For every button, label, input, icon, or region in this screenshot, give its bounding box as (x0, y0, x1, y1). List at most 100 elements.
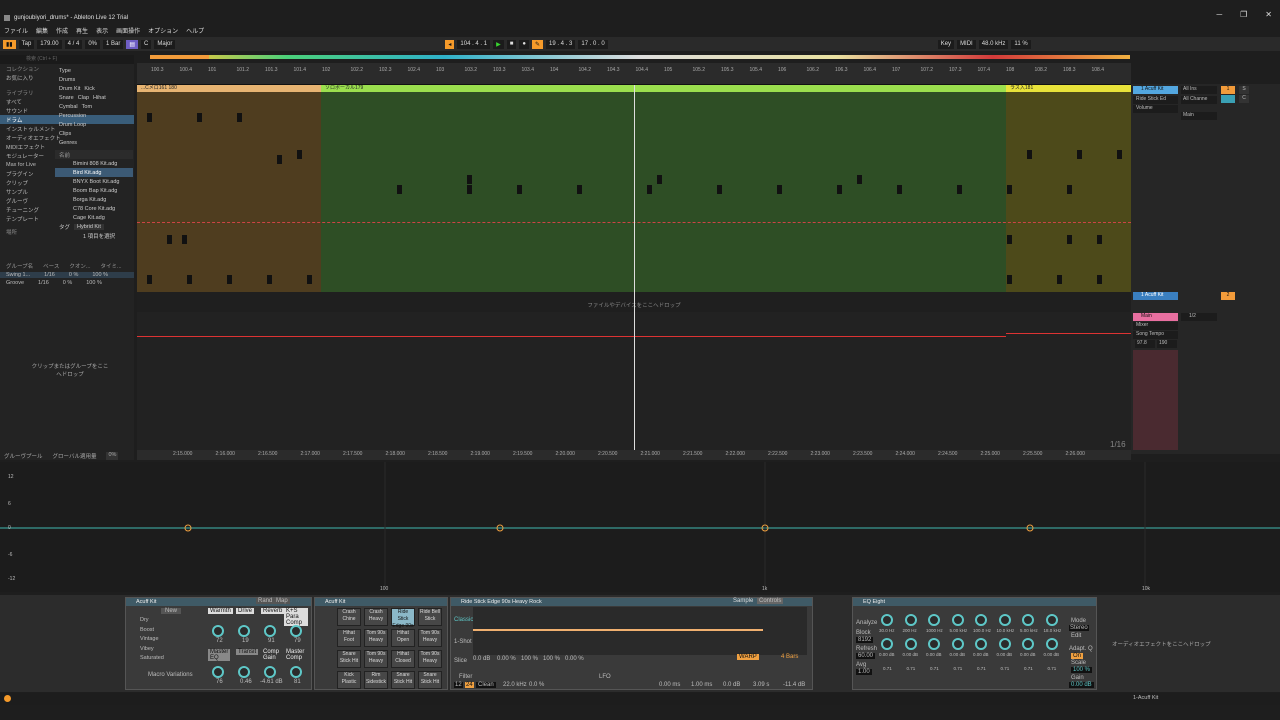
midi-note[interactable] (1077, 150, 1082, 159)
filter-type[interactable]: Type (55, 66, 133, 75)
variation-item[interactable]: Dry (140, 616, 164, 626)
eq-freq-knob[interactable] (951, 614, 964, 626)
maximize-button[interactable]: ❐ (1240, 10, 1247, 19)
midi-note[interactable] (237, 113, 242, 122)
filter-drums[interactable]: Drums (55, 75, 133, 84)
global-amount-value[interactable]: 0% (106, 452, 119, 460)
filter-type[interactable]: Clean (476, 682, 496, 688)
drum-pad[interactable]: Hihat Closed (391, 650, 415, 668)
track-number-1[interactable]: 1 (1221, 86, 1235, 94)
midi-note[interactable] (1097, 275, 1102, 284)
simpler-device[interactable]: Ride Stick Edge 90s Heavy Rock Sample Co… (450, 597, 813, 690)
avg-value[interactable]: 1.00 (856, 669, 872, 675)
midi-note[interactable] (1027, 150, 1032, 159)
drum-pad[interactable]: Ride Bell Stick (418, 608, 442, 626)
filter-drumloop[interactable]: Drum Loop (55, 120, 133, 129)
filter-clips[interactable]: Clips (55, 129, 133, 138)
track-title-2[interactable]: 1 Acuff Kit (1133, 292, 1178, 300)
midi-note[interactable] (857, 175, 862, 184)
search-input[interactable]: 検索 (Ctrl + F) (0, 55, 134, 64)
menu-navigate[interactable]: 画面操作 (116, 26, 140, 35)
eq-freq-value[interactable]: 18.0 kHz (1044, 628, 1062, 633)
midi-note[interactable] (657, 175, 662, 184)
eq-q-value[interactable]: 0.71 (1048, 666, 1057, 671)
playhead[interactable] (634, 85, 635, 450)
midi-note[interactable] (147, 113, 152, 122)
name-header[interactable]: 名前 (55, 150, 133, 159)
midi-note[interactable] (307, 275, 312, 284)
filter-res[interactable]: 0.0 % (529, 682, 544, 688)
midi-note[interactable] (577, 185, 582, 194)
file-item[interactable]: Cage Kit.adg (55, 213, 133, 222)
eq-freq-value[interactable]: 100.0 Hz (973, 628, 991, 633)
midi-note[interactable] (182, 235, 187, 244)
file-item-selected[interactable]: Bird Kit.adg (55, 168, 133, 177)
menu-view[interactable]: 表示 (96, 26, 108, 35)
midi-note[interactable] (297, 150, 302, 159)
variation-item[interactable]: Saturated (140, 654, 164, 664)
tempo-automation-line[interactable] (137, 336, 1006, 337)
eq-q-value[interactable]: 0.71 (883, 666, 892, 671)
overview-strip[interactable] (150, 55, 1130, 59)
midi-note[interactable] (897, 185, 902, 194)
send-knob-icon[interactable] (1221, 95, 1235, 103)
drum-pad[interactable]: Crash Chine (337, 608, 361, 626)
drum-pad[interactable]: Hihat Open (391, 629, 415, 647)
track-title-1[interactable]: 1 Acuff Kit (1133, 86, 1178, 94)
midi-note[interactable] (1117, 150, 1122, 159)
drum-rack-pads[interactable]: Acuff Kit Crash Chine Crash Heavy Ride Sti… (314, 597, 448, 690)
filter-hihat[interactable]: Hihat (93, 95, 106, 101)
mode-slice[interactable]: Slice (454, 658, 467, 664)
time-signature[interactable]: 4 / 4 (64, 39, 83, 49)
eq-freq-knob[interactable] (975, 614, 987, 626)
eq-gain-knob[interactable] (928, 638, 940, 650)
block-value[interactable]: 8192 (856, 637, 874, 643)
macro-knob[interactable] (290, 666, 302, 678)
close-button[interactable]: ✕ (1265, 10, 1272, 19)
table-row[interactable]: Swing 1... 1/16 0 % 100 % (0, 272, 134, 278)
midi-clip[interactable]: ソロボーカル179 (321, 85, 1006, 292)
eq-freq-value[interactable]: 1000 Hz (926, 628, 943, 633)
warp-length[interactable]: 4 Bars (781, 654, 798, 660)
midi-note[interactable] (467, 185, 472, 194)
midi-note[interactable] (1067, 235, 1072, 244)
eq-gain-knob[interactable] (998, 638, 1011, 650)
eq-gain-value[interactable]: 0.00 dB (926, 652, 942, 657)
ride-stick-selector[interactable]: Ride Stick Ed (1133, 96, 1178, 104)
midi-note[interactable] (717, 185, 722, 194)
filter-slope-24[interactable]: 24 (465, 682, 474, 688)
tempo-max[interactable]: 190 (1157, 340, 1177, 348)
tap-button[interactable]: Tap (18, 39, 35, 49)
menu-edit[interactable]: 編集 (36, 26, 48, 35)
drum-rack-macros[interactable]: Acuff Kit Rand Map New Dry Boost Vintage… (125, 597, 312, 690)
eq-freq-value[interactable]: 5.00 kHz (950, 628, 968, 633)
eq-eight-device[interactable]: EQ Eight Analyze Block 8192 Refresh 60.0… (852, 597, 1097, 690)
key-map-button[interactable]: Key (937, 39, 955, 49)
file-item[interactable]: Borga Kit.adg (55, 195, 133, 204)
filter-clap[interactable]: Clap (78, 95, 89, 101)
filter-percussion[interactable]: Percussion (55, 111, 133, 120)
menu-file[interactable]: ファイル (4, 26, 28, 35)
time-ruler[interactable]: 2:15.000 2:16.000 2:16.500 2:17.000 2:17.500… (137, 450, 1131, 460)
browser-toggle-icon[interactable]: ▮▮ (3, 39, 16, 49)
scale-icon[interactable]: ▤ (126, 39, 139, 49)
menu-help[interactable]: ヘルプ (186, 26, 204, 35)
eq-gain-value[interactable]: 0.00 dB (973, 652, 989, 657)
drum-pad[interactable]: Snare Stick Hit (418, 671, 442, 689)
eq-gain-value[interactable]: 0.00 dB (997, 652, 1013, 657)
eq-freq-knob[interactable] (928, 614, 940, 626)
automation-arm-icon[interactable]: ✎ (531, 39, 543, 49)
eq-q-value[interactable]: 0.71 (1001, 666, 1010, 671)
midi-note[interactable] (227, 275, 232, 284)
solo-button[interactable]: S (1239, 86, 1249, 94)
drum-pad[interactable]: Ride Stick Edge 90s (391, 608, 415, 629)
sustain-value[interactable]: 0.0 dB (723, 682, 740, 688)
midi-note[interactable] (1007, 235, 1012, 244)
drum-pad[interactable]: Snare Stick Hit (337, 650, 361, 668)
midi-note[interactable] (187, 275, 192, 284)
midi-note[interactable] (1067, 185, 1072, 194)
filter-toggle[interactable]: Filter (459, 674, 472, 680)
midi-map-button[interactable]: MIDI (957, 39, 976, 49)
eq-q-value[interactable]: 0.71 (1024, 666, 1033, 671)
mode-oneshot[interactable]: 1-Shot (454, 639, 472, 645)
